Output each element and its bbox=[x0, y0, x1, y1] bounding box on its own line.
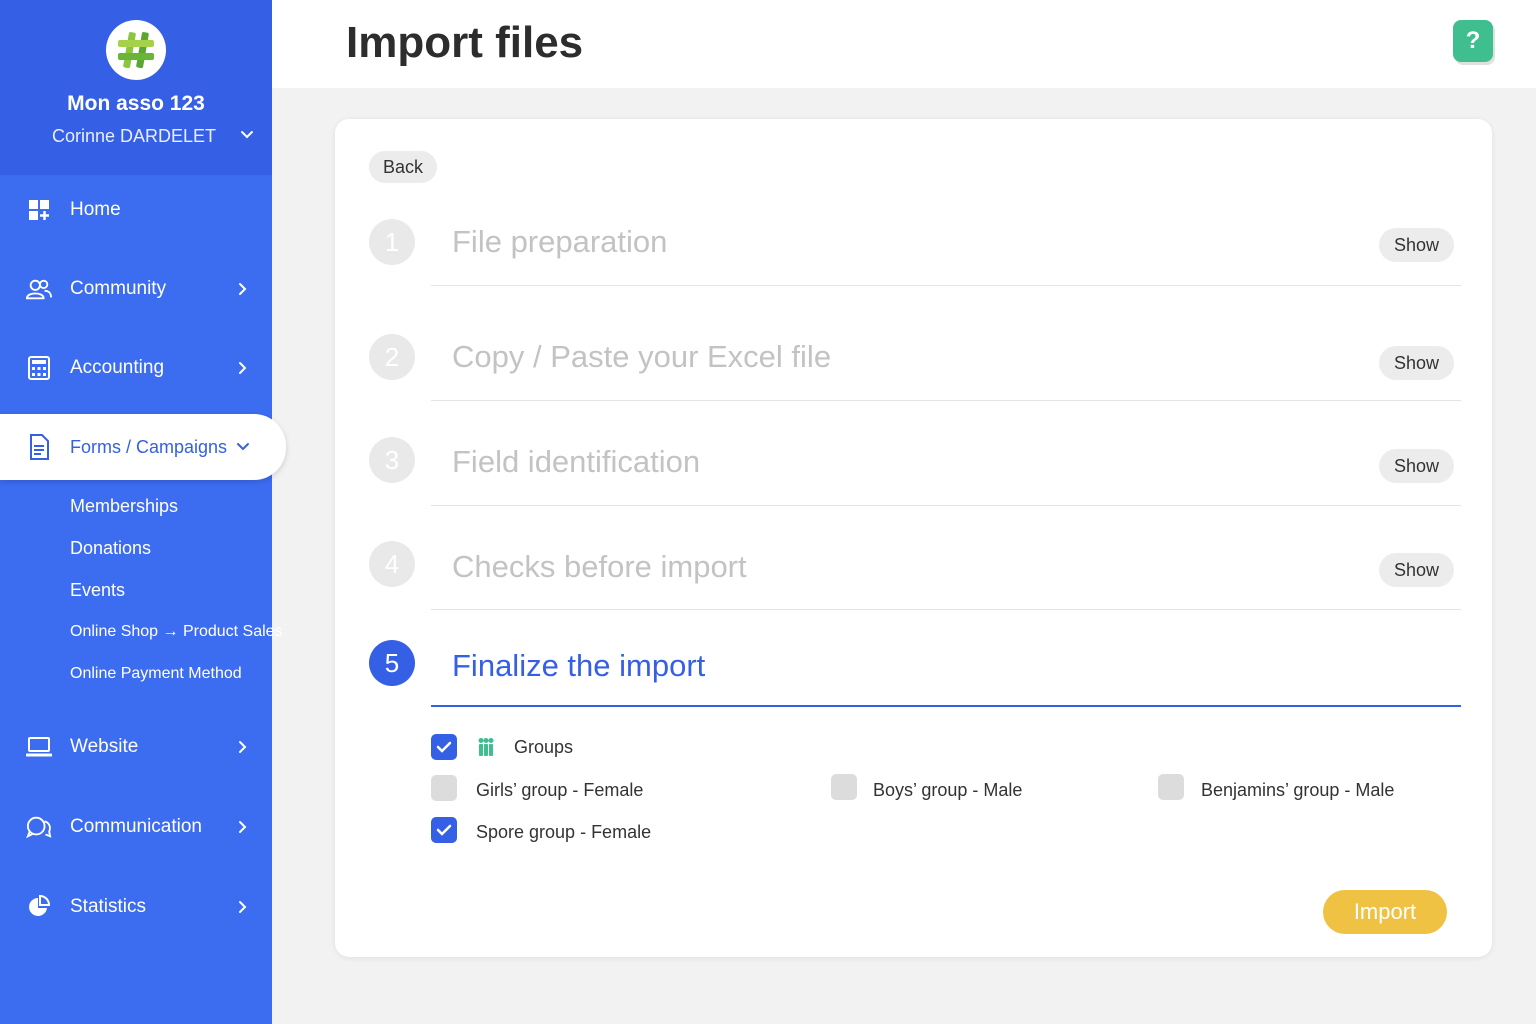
step-divider bbox=[431, 285, 1461, 286]
sidebar-item-home[interactable]: Home bbox=[0, 180, 272, 240]
sidebar-item-communication[interactable]: Communication bbox=[0, 797, 272, 857]
sidebar-item-website[interactable]: Website bbox=[0, 717, 272, 777]
chat-icon bbox=[26, 814, 52, 840]
laptop-icon bbox=[26, 734, 52, 760]
step-title: Finalize the import bbox=[452, 648, 706, 683]
org-name: Mon asso 123 bbox=[67, 92, 205, 115]
group-people-icon bbox=[478, 738, 494, 756]
step-number: 2 bbox=[369, 334, 415, 380]
org-logo bbox=[106, 20, 166, 80]
group-option-label: Boys’ group - Male bbox=[873, 780, 1023, 800]
help-icon: ? bbox=[1465, 27, 1481, 54]
page-title: Import files bbox=[346, 18, 584, 67]
step-title: Checks before import bbox=[452, 549, 747, 584]
sidebar-item-label: Communication bbox=[70, 816, 202, 837]
step-title: Field identification bbox=[452, 444, 701, 479]
chevron-down-icon[interactable] bbox=[240, 128, 254, 142]
step-number: 3 bbox=[369, 437, 415, 483]
show-button[interactable]: Show bbox=[1379, 228, 1454, 262]
hash-logo-icon bbox=[118, 32, 154, 69]
show-button[interactable]: Show bbox=[1379, 346, 1454, 380]
back-button[interactable]: Back bbox=[369, 151, 437, 183]
checkmark-icon bbox=[436, 741, 452, 753]
group-option-checkbox[interactable] bbox=[431, 775, 457, 801]
groups-label: Groups bbox=[514, 737, 574, 757]
group-option-label: Benjamins’ group - Male bbox=[1201, 780, 1395, 800]
show-button[interactable]: Show bbox=[1379, 553, 1454, 587]
step-title: Copy / Paste your Excel file bbox=[452, 339, 832, 374]
sidebar-item-label: Community bbox=[70, 278, 167, 299]
sidebar-subitem-events[interactable]: Events bbox=[70, 580, 125, 601]
sidebar-subitem-online-payment[interactable]: Online Payment Method bbox=[70, 665, 242, 683]
chevron-right-icon bbox=[239, 362, 247, 374]
chevron-down-icon bbox=[237, 443, 249, 451]
dashboard-icon bbox=[26, 197, 52, 223]
step-divider bbox=[431, 505, 1461, 506]
sidebar-item-label: Website bbox=[70, 736, 139, 757]
step-number: 4 bbox=[369, 541, 415, 587]
sidebar-item-accounting[interactable]: Accounting bbox=[0, 338, 272, 398]
user-name[interactable]: Corinne DARDELET bbox=[52, 126, 216, 147]
sidebar-header: Mon asso 123 Corinne DARDELET bbox=[0, 0, 272, 175]
top-bar: Import files ? bbox=[272, 0, 1536, 88]
sidebar-subitem-online-shop[interactable]: Online Shop → Product Sales bbox=[70, 623, 283, 641]
group-option-checkbox[interactable] bbox=[1158, 774, 1184, 800]
sidebar-item-community[interactable]: Community bbox=[0, 259, 272, 319]
sidebar-item-forms-campaigns[interactable]: Forms / Campaigns bbox=[0, 414, 286, 480]
chevron-right-icon bbox=[239, 283, 247, 295]
document-icon bbox=[26, 434, 52, 460]
chevron-right-icon bbox=[239, 901, 247, 913]
step-divider bbox=[431, 609, 1461, 610]
calculator-icon bbox=[26, 355, 52, 381]
sidebar-subitem-memberships[interactable]: Memberships bbox=[70, 496, 178, 517]
chevron-right-icon bbox=[239, 821, 247, 833]
step-divider bbox=[431, 400, 1461, 401]
pie-chart-icon bbox=[26, 894, 52, 920]
groups-checkbox[interactable] bbox=[431, 734, 457, 760]
step-number: 5 bbox=[369, 640, 415, 686]
group-option-checkbox[interactable] bbox=[431, 817, 457, 843]
users-icon bbox=[26, 276, 52, 302]
sidebar-item-label: Forms / Campaigns bbox=[70, 436, 228, 457]
sidebar-item-label: Accounting bbox=[70, 357, 165, 378]
group-option-checkbox[interactable] bbox=[831, 774, 857, 800]
step-divider bbox=[431, 705, 1461, 707]
sidebar: Mon asso 123 Corinne DARDELET Home Commu… bbox=[0, 0, 286, 1024]
show-button[interactable]: Show bbox=[1379, 449, 1454, 483]
group-option-label: Girls’ group - Female bbox=[476, 780, 644, 800]
sidebar-item-label: Statistics bbox=[70, 896, 147, 917]
sidebar-item-label: Home bbox=[70, 199, 121, 220]
sidebar-item-statistics[interactable]: Statistics bbox=[0, 877, 272, 937]
checkmark-icon bbox=[436, 824, 452, 836]
sidebar-subitem-donations[interactable]: Donations bbox=[70, 538, 151, 559]
help-button[interactable]: ? bbox=[1453, 20, 1493, 62]
step-title: File preparation bbox=[452, 224, 668, 259]
step-number: 1 bbox=[369, 219, 415, 265]
chevron-right-icon bbox=[239, 741, 247, 753]
import-button[interactable]: Import bbox=[1323, 890, 1447, 934]
group-option-label: Spore group - Female bbox=[476, 822, 652, 842]
import-card: Back 1 File preparation Show 2 Copy / Pa… bbox=[335, 119, 1492, 957]
